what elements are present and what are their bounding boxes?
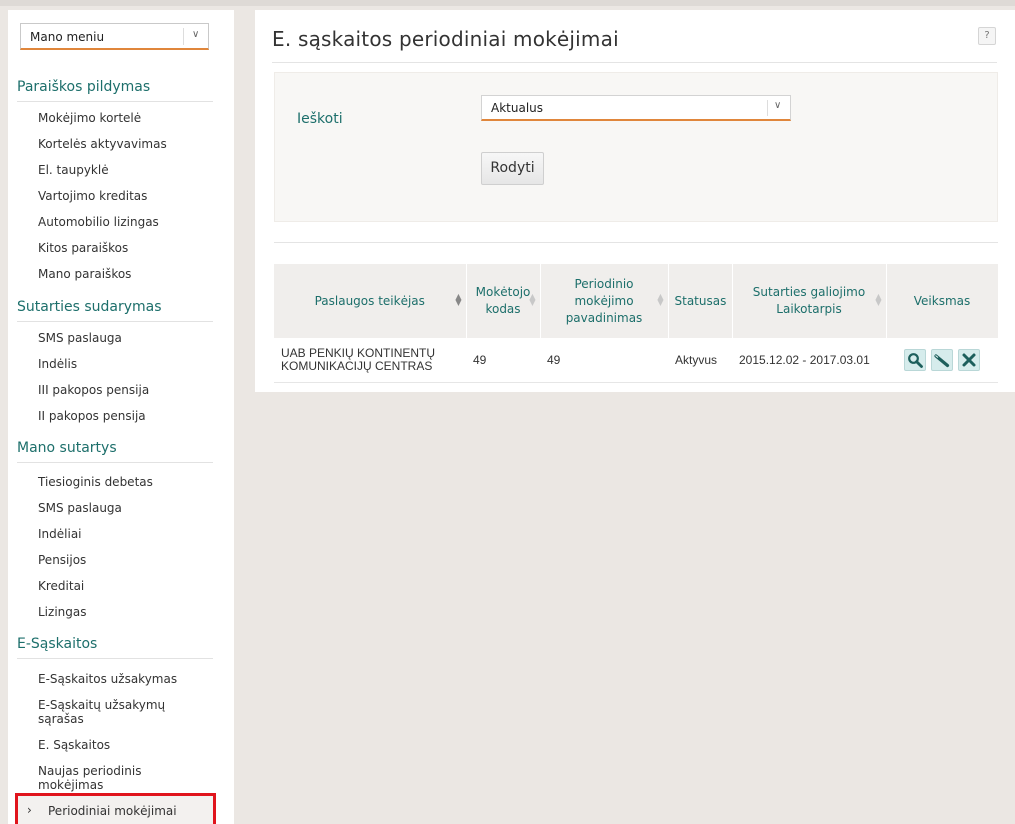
sidebar-item-deposits[interactable]: Indėliai	[38, 527, 218, 541]
select-divider	[183, 28, 184, 45]
cell-actions	[886, 338, 998, 383]
sidebar-item-my-applications[interactable]: Mano paraiškos	[38, 267, 218, 281]
column-header-actions: Veiksmas	[886, 264, 999, 338]
cell-payer-code: 49	[466, 338, 540, 383]
payments-table: Paslaugos teikėjas ▲ ▼ Mokėtojo kodas ▲ ▼ …	[274, 264, 999, 383]
search-label: Ieškoti	[297, 111, 343, 127]
sidebar-item-my-sms-service[interactable]: SMS paslauga	[38, 501, 218, 515]
title-divider	[272, 62, 997, 63]
column-header-validity[interactable]: Sutarties galiojimo Laikotarpis ▲ ▼	[732, 264, 887, 338]
sidebar-item-credits[interactable]: Kreditai	[38, 579, 218, 593]
sidebar-item-e-invoices[interactable]: E. Sąskaitos	[38, 738, 218, 752]
filter-divider	[274, 242, 998, 243]
sidebar-item-pension-3[interactable]: III pakopos pensija	[38, 383, 218, 397]
magnifier-icon	[907, 352, 923, 368]
sidebar-item-pension-2[interactable]: II pakopos pensija	[38, 409, 218, 423]
sidebar-item-pensions[interactable]: Pensijos	[38, 553, 218, 567]
sort-icon: ▲ ▼	[529, 292, 536, 307]
top-border	[0, 0, 1015, 6]
status-select[interactable]: Aktualus ∨	[481, 95, 791, 121]
cell-provider: UAB PENKIŲ KONTINENTŲ KOMUNIKACIJŲ CENTR…	[274, 338, 466, 383]
column-header-label: Statusas	[674, 293, 727, 308]
sort-icon: ▲ ▼	[875, 292, 882, 307]
sidebar-item-new-periodic-payment[interactable]: Naujas periodinis mokėjimas	[38, 764, 178, 792]
column-header-payment-name[interactable]: Periodinio mokėjimo pavadinimas ▲ ▼	[540, 264, 669, 338]
help-button[interactable]: ?	[978, 27, 996, 45]
close-icon	[962, 353, 976, 367]
chevron-right-icon: ›	[27, 803, 32, 817]
column-header-label: Paslaugos teikėjas	[314, 293, 425, 308]
section-title-e-invoices: E-Sąskaitos	[17, 636, 213, 659]
chevron-down-icon: ∨	[774, 100, 782, 111]
column-header-payer-code[interactable]: Mokėtojo kodas ▲ ▼	[466, 264, 541, 338]
sidebar-item-direct-debit[interactable]: Tiesioginis debetas	[38, 475, 218, 489]
page-title: E. sąskaitos periodiniai mokėjimai	[272, 27, 619, 51]
sort-icon: ▲ ▼	[657, 292, 664, 307]
cell-validity: 2015.12.02 - 2017.03.01	[732, 338, 886, 383]
sidebar-item-other-applications[interactable]: Kitos paraiškos	[38, 241, 218, 255]
sidebar-item-card-activation[interactable]: Kortelės aktyvavimas	[38, 137, 218, 151]
cell-status: Aktyvus	[668, 338, 732, 383]
show-button[interactable]: Rodyti	[481, 152, 544, 185]
sidebar-item-leasing[interactable]: Lizingas	[38, 605, 218, 619]
sort-icon: ▲ ▼	[455, 292, 462, 307]
delete-button[interactable]	[958, 348, 981, 371]
table-header-row: Paslaugos teikėjas ▲ ▼ Mokėtojo kodas ▲ ▼ …	[274, 264, 999, 338]
sidebar-item-deposit[interactable]: Indėlis	[38, 357, 218, 371]
chevron-down-icon: ∨	[192, 29, 200, 40]
sidebar-item-label: Periodiniai mokėjimai	[48, 804, 177, 818]
section-title-my-contracts: Mano sutartys	[17, 440, 213, 463]
status-select-value: Aktualus	[491, 101, 544, 115]
column-header-status[interactable]: Statusas	[668, 264, 733, 338]
pencil-icon	[934, 354, 950, 367]
main-panel: E. sąskaitos periodiniai mokėjimai ? Ieš…	[255, 10, 1015, 392]
sidebar-item-consumer-credit[interactable]: Vartojimo kreditas	[38, 189, 218, 203]
sidebar-item-sms-service[interactable]: SMS paslauga	[38, 331, 218, 345]
column-header-label: Periodinio mokėjimo pavadinimas	[565, 276, 643, 325]
section-title-application: Paraiškos pildymas	[17, 79, 213, 102]
sidebar-item-e-invoice-order-list[interactable]: E-Sąskaitų užsakymų sąrašas	[38, 698, 188, 726]
sidebar-item-payment-card[interactable]: Mokėjimo kortelė	[38, 111, 218, 125]
select-divider	[767, 100, 768, 116]
column-header-label: Mokėtojo kodas	[475, 285, 531, 316]
column-header-label: Veiksmas	[913, 293, 971, 308]
filter-panel: Ieškoti Aktualus ∨ Rodyti	[274, 72, 998, 222]
section-title-contracts: Sutarties sudarymas	[17, 299, 213, 322]
view-button[interactable]	[903, 348, 926, 371]
menu-select-label: Mano meniu	[30, 30, 105, 44]
edit-button[interactable]	[931, 348, 953, 371]
table-row: UAB PENKIŲ KONTINENTŲ KOMUNIKACIJŲ CENTR…	[274, 338, 998, 383]
sidebar-item-car-leasing[interactable]: Automobilio lizingas	[38, 215, 218, 229]
cell-payment-name: 49	[540, 338, 668, 383]
sidebar-item-savings[interactable]: El. taupyklė	[38, 163, 218, 177]
column-header-label: Sutarties galiojimo Laikotarpis	[752, 285, 866, 316]
sidebar-item-e-invoice-order[interactable]: E-Sąskaitos užsakymas	[38, 672, 218, 686]
sidebar-item-periodic-payments[interactable]: › Periodiniai mokėjimai	[15, 793, 216, 824]
menu-select[interactable]: Mano meniu ∨	[20, 23, 209, 50]
column-header-provider[interactable]: Paslaugos teikėjas ▲ ▼	[274, 264, 467, 338]
